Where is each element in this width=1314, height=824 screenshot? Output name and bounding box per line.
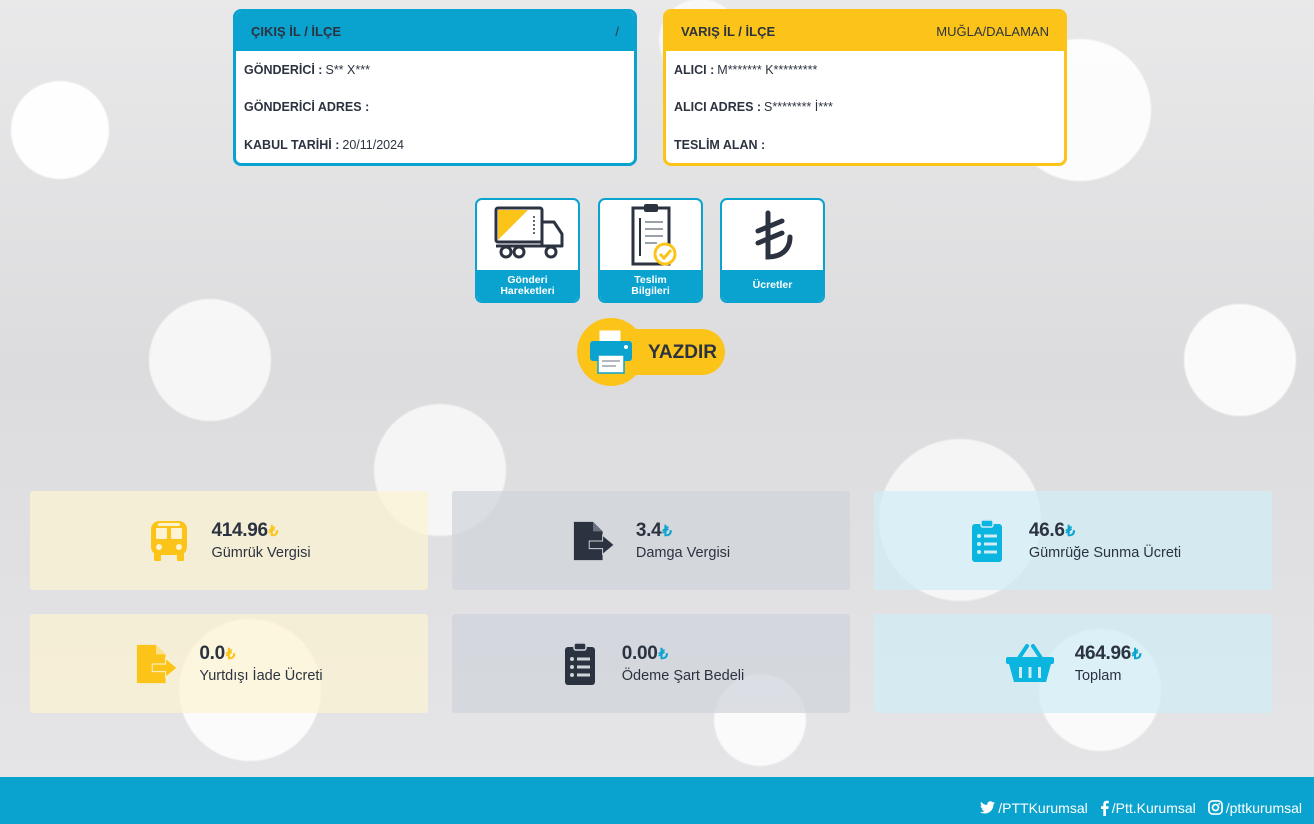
bus-icon <box>147 519 191 563</box>
facebook-handle: /Ptt.Kurumsal <box>1111 799 1196 816</box>
destination-card-header: VARIŞ İL / İLÇE MUĞLA/DALAMAN <box>666 12 1064 51</box>
total-label: Toplam <box>1074 668 1122 684</box>
clipboard-check-icon <box>600 200 701 270</box>
sender-address-label: GÖNDERİCİ ADRES : <box>244 100 370 115</box>
fees-button[interactable]: Ücretler <box>720 198 825 303</box>
accept-date-value: 20/11/2024 <box>342 137 405 152</box>
international-return-fee-value: 0.0₺ <box>199 643 236 664</box>
print-label: YAZDIR <box>648 342 717 363</box>
lira-icon <box>722 200 823 270</box>
print-button[interactable]: YAZDIR <box>577 318 725 386</box>
footer: /PTTKurumsal /Ptt.Kurumsal /pttkurumsal <box>0 777 1314 824</box>
stamp-tax-box: 3.4₺ Damga Vergisi <box>452 491 850 590</box>
fees-label: Ücretler <box>722 270 823 301</box>
sender-value: S** X*** <box>325 62 370 77</box>
international-return-fee-label: Yurtdışı İade Ücreti <box>199 668 323 684</box>
total-value: 464.96₺ <box>1074 643 1142 664</box>
sender-address-row: GÖNDERİCİ ADRES : <box>236 89 634 127</box>
delivered-to-row: TESLİM ALAN : <box>666 126 1064 163</box>
receiver-value: M******* K********* <box>717 62 818 77</box>
total-box: 464.96₺ Toplam <box>874 614 1272 713</box>
stamp-tax-label: Damga Vergisi <box>635 545 731 561</box>
stamp-tax-value: 3.4₺ <box>635 520 672 541</box>
sender-row: GÖNDERİCİ : S** X*** <box>236 51 634 89</box>
clipboard-list-icon <box>558 641 602 686</box>
customs-tax-label: Gümrük Vergisi <box>211 545 311 561</box>
receiver-label: ALICI : <box>674 62 715 77</box>
basket-icon <box>1005 642 1055 686</box>
receiver-address-row: ALICI ADRES : S******** İ*** <box>666 89 1064 127</box>
delivery-info-label: Teslim Bilgileri <box>600 270 701 301</box>
clipboard-list-icon <box>965 518 1009 563</box>
accept-date-row: KABUL TARİHİ : 20/11/2024 <box>236 126 634 163</box>
printer-icon <box>577 318 645 386</box>
file-export-icon <box>572 519 616 563</box>
instagram-link[interactable]: /pttkurumsal <box>1207 799 1302 816</box>
origin-card-header: ÇIKIŞ İL / İLÇE / <box>236 12 634 51</box>
receiver-address-label: ALICI ADRES : <box>674 100 762 115</box>
payment-condition-fee-box: 0.00₺ Ödeme Şart Bedeli <box>452 614 850 713</box>
destination-header-label: VARIŞ İL / İLÇE <box>681 24 776 39</box>
origin-header-value: / <box>615 24 619 39</box>
shipment-movements-label: Gönderi Hareketleri <box>477 270 578 301</box>
payment-condition-fee-label: Ödeme Şart Bedeli <box>621 668 745 684</box>
shipment-movements-button[interactable]: Gönderi Hareketleri <box>475 198 580 303</box>
receiver-row: ALICI : M******* K********* <box>666 51 1064 89</box>
customs-tax-value: 414.96₺ <box>211 520 279 541</box>
delivered-to-label: TESLİM ALAN : <box>674 137 766 152</box>
twitter-icon <box>980 801 996 814</box>
customs-presentation-fee-label: Gümrüğe Sunma Ücreti <box>1028 545 1182 561</box>
international-return-fee-box: 0.0₺ Yurtdışı İade Ücreti <box>30 614 428 713</box>
customs-tax-box: 414.96₺ Gümrük Vergisi <box>30 491 428 590</box>
instagram-icon <box>1207 800 1223 815</box>
destination-card: VARIŞ İL / İLÇE MUĞLA/DALAMAN ALICI : M*… <box>663 9 1067 166</box>
customs-presentation-fee-value: 46.6₺ <box>1028 520 1075 541</box>
receiver-address-value: S******** İ*** <box>764 100 833 115</box>
accept-date-label: KABUL TARİHİ : <box>244 137 340 152</box>
origin-header-label: ÇIKIŞ İL / İLÇE <box>251 24 342 39</box>
delivery-info-button[interactable]: Teslim Bilgileri <box>598 198 703 303</box>
destination-header-value: MUĞLA/DALAMAN <box>936 24 1049 39</box>
sender-label: GÖNDERİCİ : <box>244 62 323 77</box>
twitter-handle: /PTTKurumsal <box>998 799 1088 816</box>
payment-condition-fee-value: 0.00₺ <box>621 643 668 664</box>
twitter-link[interactable]: /PTTKurumsal <box>980 799 1088 816</box>
facebook-icon <box>1100 800 1109 816</box>
facebook-link[interactable]: /Ptt.Kurumsal <box>1100 800 1196 816</box>
file-export-icon <box>135 642 179 686</box>
customs-presentation-fee-box: 46.6₺ Gümrüğe Sunma Ücreti <box>874 491 1272 590</box>
truck-icon <box>477 200 578 270</box>
instagram-handle: /pttkurumsal <box>1225 799 1302 816</box>
origin-card: ÇIKIŞ İL / İLÇE / GÖNDERİCİ : S** X*** G… <box>233 9 637 166</box>
